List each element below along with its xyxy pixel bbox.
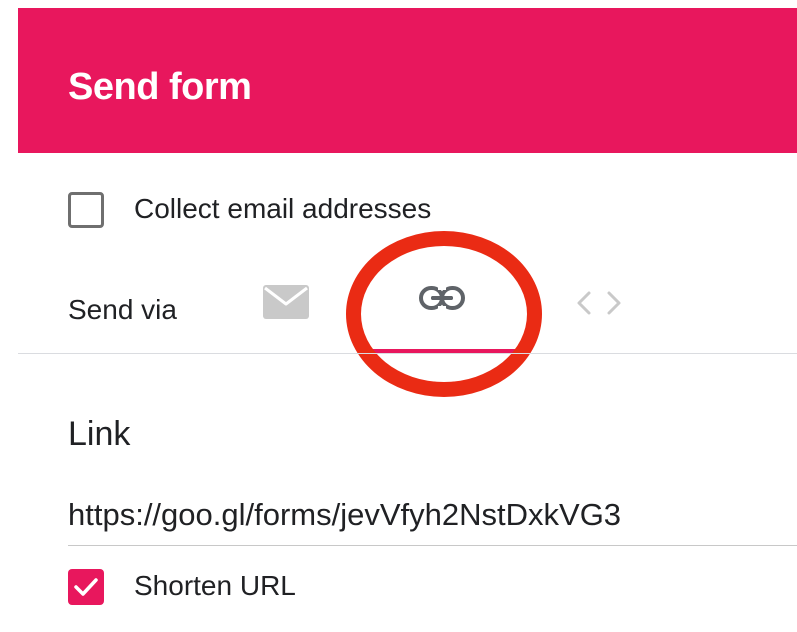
embed-code-icon xyxy=(577,291,621,315)
send-form-dialog: Send form Collect email addresses Send v… xyxy=(0,0,797,632)
link-url-text: https://goo.gl/forms/jevVfyh2NstDxkVG3 xyxy=(68,497,622,532)
tab-email[interactable] xyxy=(263,285,309,319)
send-via-label: Send via xyxy=(68,294,177,325)
link-url-field[interactable]: https://goo.gl/forms/jevVfyh2NstDxkVG3 xyxy=(68,493,797,546)
link-heading: Link xyxy=(68,415,131,453)
shorten-url-label[interactable]: Shorten URL xyxy=(134,570,296,602)
link-icon xyxy=(419,284,465,314)
tab-link[interactable] xyxy=(366,268,520,356)
dialog-body: Collect email addresses Send via Link ht… xyxy=(18,153,797,632)
section-divider xyxy=(18,353,797,354)
collect-email-label[interactable]: Collect email addresses xyxy=(134,193,431,225)
collect-email-checkbox[interactable] xyxy=(68,192,104,228)
tab-embed[interactable] xyxy=(574,285,624,321)
dialog-header: Send form xyxy=(18,8,797,153)
dialog-title: Send form xyxy=(68,66,252,108)
shorten-url-checkbox[interactable] xyxy=(68,569,104,605)
checkmark-icon xyxy=(74,578,98,596)
email-icon xyxy=(263,285,309,319)
